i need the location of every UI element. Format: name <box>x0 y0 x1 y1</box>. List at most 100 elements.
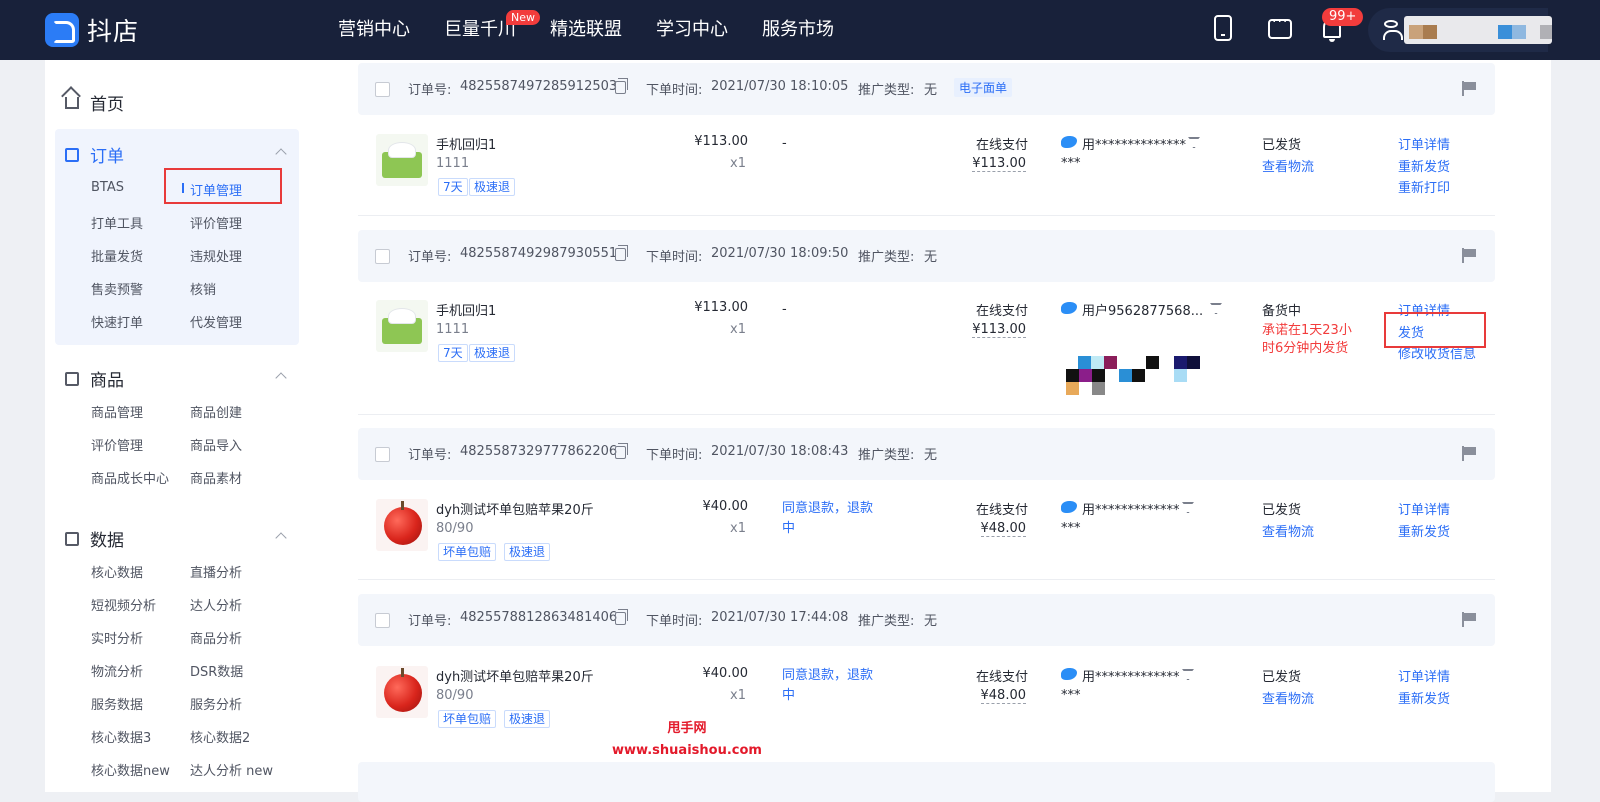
sidebar-group-product-title[interactable]: 商品 <box>65 366 124 391</box>
reship-link[interactable]: 重新发货 <box>1398 156 1450 175</box>
product-name[interactable]: dyh测试坏单包赔苹果20斤 <box>436 666 594 685</box>
nav-qianchuan[interactable]: 巨量千川 New <box>444 0 540 60</box>
sidebar-item-product-growth[interactable]: 商品成长中心 <box>91 468 169 487</box>
nav-marketing[interactable]: 营销中心 <box>338 0 410 60</box>
logo-icon <box>45 13 79 47</box>
sidebar-item-product-review[interactable]: 评价管理 <box>91 435 143 454</box>
sidebar-item-realtime-analysis[interactable]: 实时分析 <box>91 628 143 647</box>
sidebar-item-core-data-new[interactable]: 核心数据new <box>91 760 170 779</box>
sidebar-item-product-management[interactable]: 商品管理 <box>91 402 143 421</box>
sidebar-item-live-analysis[interactable]: 直播分析 <box>190 562 242 581</box>
copy-icon[interactable] <box>615 245 628 261</box>
filter-icon[interactable] <box>1182 502 1194 513</box>
sidebar-item-core-data[interactable]: 核心数据 <box>91 562 143 581</box>
sidebar-item-core-data-2[interactable]: 核心数据2 <box>190 727 250 746</box>
sidebar-item-service-analysis[interactable]: 服务分析 <box>190 694 242 713</box>
copy-icon[interactable] <box>615 78 628 94</box>
sidebar-item-violation[interactable]: 违规处理 <box>190 246 242 265</box>
product-name[interactable]: 手机回归1 <box>436 300 496 319</box>
order-checkbox[interactable] <box>375 613 390 628</box>
product-image[interactable] <box>376 300 428 352</box>
nav-service-market[interactable]: 服务市场 <box>762 0 834 60</box>
order-no-label: 订单号: <box>408 83 452 98</box>
reprint-link[interactable]: 重新打印 <box>1398 177 1450 196</box>
redacted-block <box>1187 356 1200 369</box>
redacted-block <box>1092 369 1105 382</box>
collapse-chevron-icon[interactable] <box>275 372 287 384</box>
sidebar-item-review-management[interactable]: 评价管理 <box>190 213 242 232</box>
flag-icon[interactable] <box>1462 248 1477 263</box>
sidebar-item-sale-warning[interactable]: 售卖预警 <box>91 279 143 298</box>
sidebar-item-service-data[interactable]: 服务数据 <box>91 694 143 713</box>
sidebar-item-logistics-analysis[interactable]: 物流分析 <box>91 661 143 680</box>
nav-alliance[interactable]: 精选联盟 <box>550 0 622 60</box>
redacted-block <box>1132 369 1145 382</box>
view-logistics-link[interactable]: 查看物流 <box>1262 521 1314 540</box>
order-checkbox[interactable] <box>375 82 390 97</box>
sidebar-group-data-title[interactable]: 数据 <box>65 526 124 551</box>
sidebar-item-print-tool[interactable]: 打单工具 <box>91 213 143 232</box>
sidebar-home-label: 首页 <box>90 95 124 115</box>
product-image[interactable] <box>376 134 428 186</box>
sidebar-item-product-import[interactable]: 商品导入 <box>190 435 242 454</box>
sidebar-item-verify[interactable]: 核销 <box>190 279 216 298</box>
promo-type: 无 <box>924 448 938 463</box>
logo[interactable]: 抖店 <box>45 12 139 48</box>
user-menu[interactable] <box>1368 8 1552 52</box>
message-icon[interactable] <box>1268 14 1292 39</box>
order-time: 2021/07/30 17:44:08 <box>711 610 849 625</box>
order-no: 4825578812863481406 <box>460 610 618 625</box>
phone-icon[interactable] <box>1214 15 1232 41</box>
order-checkbox[interactable] <box>375 447 390 462</box>
quantity: x1 <box>730 521 746 536</box>
notification-badge: 99+ <box>1322 8 1364 26</box>
product-image[interactable] <box>376 666 428 718</box>
view-logistics-link[interactable]: 查看物流 <box>1262 156 1314 175</box>
buyer-name: 用************* <box>1082 503 1180 518</box>
promo-type: 无 <box>924 250 938 265</box>
sidebar-item-core-data-3[interactable]: 核心数据3 <box>91 727 151 746</box>
filter-icon[interactable] <box>1210 303 1222 314</box>
filter-icon[interactable] <box>1188 137 1200 148</box>
redacted-block <box>1174 356 1187 369</box>
sidebar-item-video-analysis[interactable]: 短视频分析 <box>91 595 156 614</box>
filter-icon[interactable] <box>1182 669 1194 680</box>
order-no-label: 订单号: <box>408 614 452 629</box>
refund-status-link[interactable]: 同意退款，退款中 <box>782 499 882 539</box>
redacted-block <box>1104 356 1117 369</box>
copy-icon[interactable] <box>615 443 628 459</box>
sidebar-item-product-analysis[interactable]: 商品分析 <box>190 628 242 647</box>
product-name[interactable]: 手机回归1 <box>436 134 496 153</box>
nav-learning[interactable]: 学习中心 <box>656 0 728 60</box>
order-detail-link[interactable]: 订单详情 <box>1398 134 1450 153</box>
reship-link[interactable]: 重新发货 <box>1398 521 1450 540</box>
sidebar-item-influencer-analysis[interactable]: 达人分析 <box>190 595 242 614</box>
flag-icon[interactable] <box>1462 612 1477 627</box>
sidebar-item-quick-print[interactable]: 快速打单 <box>91 312 143 331</box>
sidebar-item-influencer-new[interactable]: 达人分析 new <box>190 760 273 779</box>
redacted-block <box>1146 356 1159 369</box>
order-detail-link[interactable]: 订单详情 <box>1398 499 1450 518</box>
flag-icon[interactable] <box>1462 446 1477 461</box>
order-checkbox[interactable] <box>375 249 390 264</box>
sidebar-item-product-material[interactable]: 商品素材 <box>190 468 242 487</box>
view-logistics-link[interactable]: 查看物流 <box>1262 688 1314 707</box>
collapse-chevron-icon[interactable] <box>275 532 287 544</box>
sidebar-item-btas[interactable]: BTAS <box>91 180 124 195</box>
ship-deadline-warning: 承诺在1天23小时6分钟内发货 <box>1262 323 1352 356</box>
sidebar-item-product-create[interactable]: 商品创建 <box>190 402 242 421</box>
collapse-chevron-icon[interactable] <box>275 148 287 160</box>
sidebar-item-batch-ship[interactable]: 批量发货 <box>91 246 143 265</box>
product-image[interactable] <box>376 499 428 551</box>
sidebar-item-dropship[interactable]: 代发管理 <box>190 312 242 331</box>
flag-icon[interactable] <box>1462 81 1477 96</box>
product-name[interactable]: dyh测试坏单包赔苹果20斤 <box>436 499 594 518</box>
refund-status-link[interactable]: 同意退款，退款中 <box>782 666 882 706</box>
sidebar-item-home[interactable]: 首页 <box>65 90 124 115</box>
copy-icon[interactable] <box>615 609 628 625</box>
order-detail-link[interactable]: 订单详情 <box>1398 666 1450 685</box>
sidebar-item-dsr-data[interactable]: DSR数据 <box>190 661 243 680</box>
order-header: 订单号: 4825587492987930551 下单时间: 2021/07/3… <box>358 230 1495 282</box>
sidebar-group-order-title[interactable]: 订单 <box>65 142 124 167</box>
reship-link[interactable]: 重新发货 <box>1398 688 1450 707</box>
